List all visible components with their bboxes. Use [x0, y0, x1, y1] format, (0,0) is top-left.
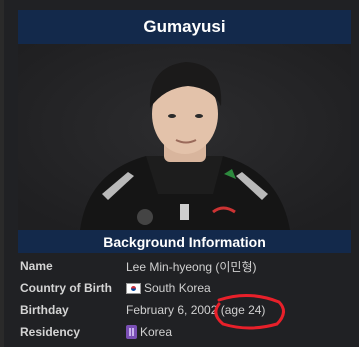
south-korea-flag-icon: [126, 282, 141, 294]
name-value: Lee Min-hyeong (이민형): [126, 259, 257, 274]
background-information-header: Background Information: [18, 230, 351, 253]
infobox-title: Gumayusi: [18, 10, 351, 45]
country-link[interactable]: South Korea: [144, 281, 211, 295]
player-photo: [18, 44, 351, 230]
infobox-row-birthday: Birthday February 6, 2002 (age 24): [18, 299, 351, 321]
infobox-row-name: Name Lee Min-hyeong (이민형): [18, 255, 351, 277]
red-circle-annotation: [214, 294, 285, 330]
infobox-row-country-of-birth: Country of Birth South Korea: [18, 277, 351, 299]
infobox-row-residency: Residency Korea: [18, 321, 351, 343]
birthday-label: Birthday: [20, 303, 69, 317]
country-of-birth-value: South Korea: [126, 281, 211, 295]
player-infobox: Gumayusi Background Information Name Lee…: [0, 0, 359, 347]
country-of-birth-label: Country of Birth: [20, 281, 112, 295]
residency-link[interactable]: Korea: [140, 325, 172, 339]
player-name-title: Gumayusi: [143, 17, 226, 36]
residency-value: Korea: [126, 325, 172, 339]
residency-label: Residency: [20, 325, 81, 339]
section-title: Background Information: [103, 233, 266, 250]
player-portrait-image: [18, 44, 351, 230]
lck-region-icon: [126, 325, 137, 339]
name-label: Name: [20, 259, 53, 273]
